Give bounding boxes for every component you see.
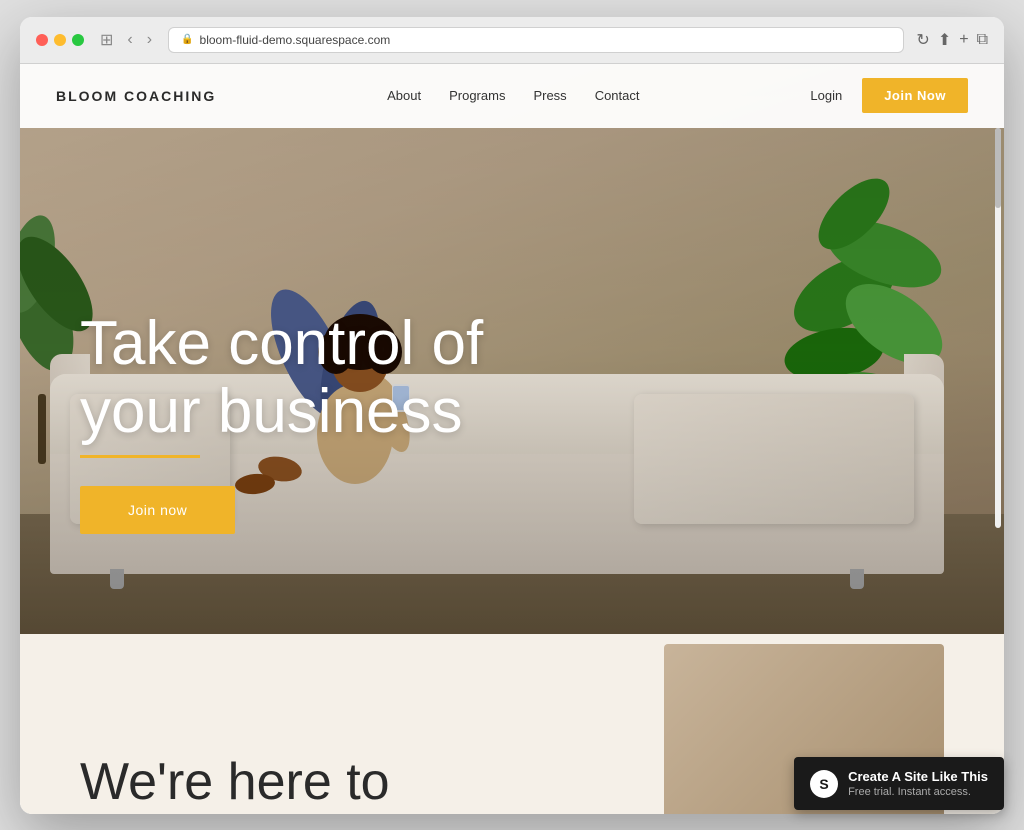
- hero-underline: [80, 455, 200, 458]
- squarespace-logo: S: [810, 770, 838, 798]
- nav-link-contact[interactable]: Contact: [595, 88, 640, 103]
- join-now-button[interactable]: Join Now: [862, 78, 968, 113]
- forward-button[interactable]: ›: [143, 29, 156, 51]
- browser-nav-controls: ⊞ ‹ ›: [96, 28, 156, 52]
- squarespace-badge[interactable]: S Create A Site Like This Free trial. In…: [794, 757, 1004, 810]
- nav-link-programs[interactable]: Programs: [449, 88, 505, 103]
- url-text: bloom-fluid-demo.squarespace.com: [200, 33, 391, 47]
- hero-section: BLOOM COACHING About Programs Press Cont…: [20, 64, 1004, 634]
- hero-title-line2: your business: [80, 377, 463, 446]
- badge-text: Create A Site Like This Free trial. Inst…: [848, 769, 988, 798]
- scrollbar[interactable]: [995, 128, 1001, 528]
- below-hero-title: We're here to: [80, 751, 390, 813]
- back-button[interactable]: ‹: [123, 29, 136, 51]
- login-link[interactable]: Login: [810, 88, 842, 103]
- tabs-icon[interactable]: ⧉: [977, 31, 988, 49]
- nav-link-press[interactable]: Press: [533, 88, 566, 103]
- scrollbar-thumb[interactable]: [995, 128, 1001, 208]
- share-icon[interactable]: ⬆: [938, 30, 951, 50]
- maximize-traffic-light[interactable]: [72, 34, 84, 46]
- browser-chrome: ⊞ ‹ › 🔒 bloom-fluid-demo.squarespace.com…: [20, 17, 1004, 64]
- traffic-lights: [36, 34, 84, 46]
- reload-button[interactable]: ↻: [916, 30, 929, 50]
- minimize-traffic-light[interactable]: [54, 34, 66, 46]
- website-content: BLOOM COACHING About Programs Press Cont…: [20, 64, 1004, 814]
- squarespace-logo-letter: S: [819, 776, 828, 792]
- badge-subtitle: Free trial. Instant access.: [848, 786, 988, 798]
- sidebar-toggle-icon[interactable]: ⊞: [96, 28, 117, 52]
- hero-cta-button[interactable]: Join now: [80, 486, 235, 534]
- badge-title: Create A Site Like This: [848, 769, 988, 786]
- browser-window: ⊞ ‹ › 🔒 bloom-fluid-demo.squarespace.com…: [20, 17, 1004, 814]
- new-tab-icon[interactable]: +: [959, 31, 968, 49]
- hero-title-line1: Take control of: [80, 309, 483, 378]
- browser-actions: ↻ ⬆ + ⧉: [916, 30, 988, 50]
- hero-content: Take control of your business Join now: [80, 310, 483, 533]
- address-bar[interactable]: 🔒 bloom-fluid-demo.squarespace.com: [168, 27, 904, 53]
- nav-actions: Login Join Now: [810, 78, 968, 113]
- hero-title: Take control of your business: [80, 310, 483, 446]
- nav-links: About Programs Press Contact: [387, 88, 639, 103]
- lock-icon: 🔒: [181, 34, 193, 45]
- close-traffic-light[interactable]: [36, 34, 48, 46]
- site-logo[interactable]: BLOOM COACHING: [56, 88, 216, 104]
- navbar: BLOOM COACHING About Programs Press Cont…: [20, 64, 1004, 128]
- nav-link-about[interactable]: About: [387, 88, 421, 103]
